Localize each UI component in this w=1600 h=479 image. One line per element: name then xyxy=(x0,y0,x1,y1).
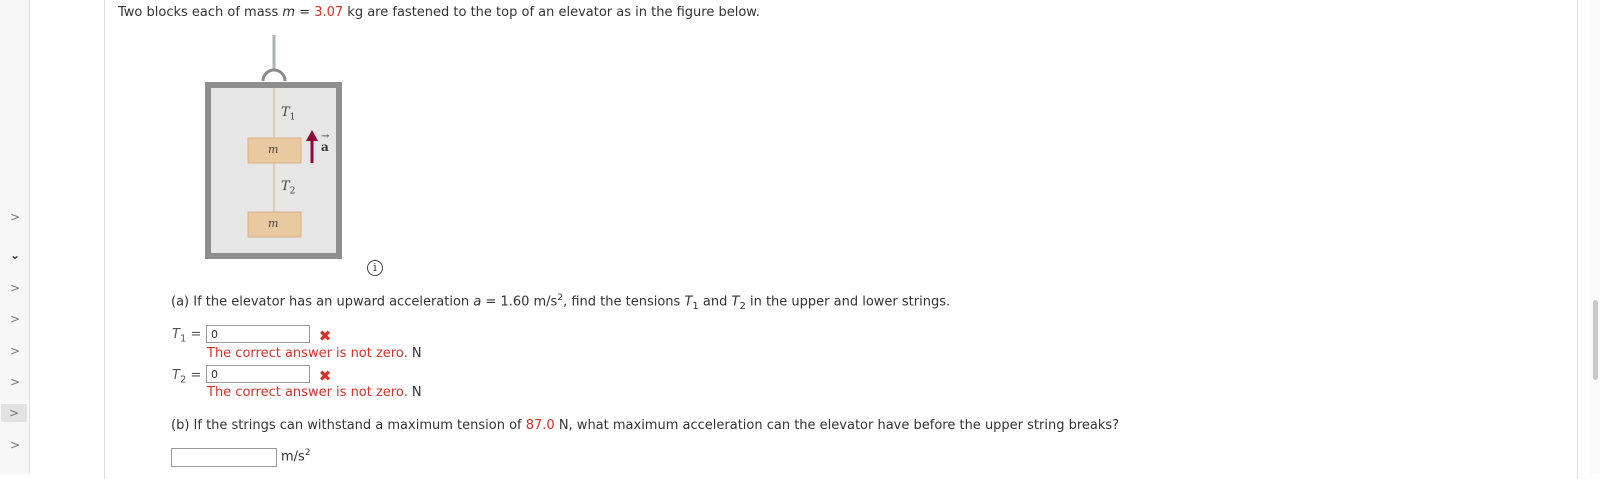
t1-label: T1 xyxy=(281,105,296,123)
t1-feedback: The correct answer is not zero. N xyxy=(207,346,422,361)
t2-feedback: The correct answer is not zero. N xyxy=(207,385,422,400)
vector-arrow-icon: → xyxy=(321,131,330,142)
elevator-figure: T1 m T2 m → a xyxy=(200,33,360,268)
accel-label: → a xyxy=(321,131,330,154)
chevron-right-icon[interactable]: > xyxy=(6,342,24,360)
mass-variable: m xyxy=(282,5,296,20)
lower-mass-label: m xyxy=(268,217,279,230)
part-b-question: (b) If the strings can withstand a maxim… xyxy=(171,418,1120,433)
chevron-right-icon[interactable]: > xyxy=(6,208,24,226)
hook xyxy=(261,68,287,82)
mass-value: 3.07 xyxy=(314,5,344,20)
chevron-right-icon[interactable]: > xyxy=(1,404,27,422)
t1-input[interactable] xyxy=(206,325,310,343)
equals-sign: = xyxy=(295,5,315,20)
scrollbar[interactable] xyxy=(1590,0,1600,474)
intro-text: Two blocks each of mass xyxy=(118,5,283,20)
intro-suffix: kg are fastened to the top of an elevato… xyxy=(343,5,760,20)
t2-input[interactable] xyxy=(206,365,310,383)
chevron-right-icon[interactable]: > xyxy=(6,279,24,297)
part-a-question: (a) If the elevator has an upward accele… xyxy=(171,293,951,312)
t2-label: T2 xyxy=(281,179,296,197)
chevron-right-icon[interactable]: > xyxy=(6,310,24,328)
scrollbar-thumb[interactable] xyxy=(1593,300,1598,380)
acceleration-unit: m/s2 xyxy=(281,448,311,465)
info-icon[interactable]: i xyxy=(367,260,383,276)
t2-answer-label: T2 = xyxy=(172,368,202,386)
left-nav-rail: > ⌄ > > > > > > xyxy=(0,0,30,474)
elevator-diagram xyxy=(205,35,342,259)
chevron-down-icon[interactable]: ⌄ xyxy=(6,246,24,264)
max-acceleration-input[interactable] xyxy=(171,448,277,467)
incorrect-x-icon: ✖ xyxy=(318,327,332,345)
chevron-right-icon[interactable]: > xyxy=(6,373,24,391)
chevron-right-icon[interactable]: > xyxy=(6,436,24,454)
problem-statement: Two blocks each of mass m = 3.07 kg are … xyxy=(118,5,760,20)
t1-answer-label: T1 = xyxy=(172,327,202,345)
incorrect-x-icon: ✖ xyxy=(318,367,332,385)
upper-mass-label: m xyxy=(268,143,279,156)
